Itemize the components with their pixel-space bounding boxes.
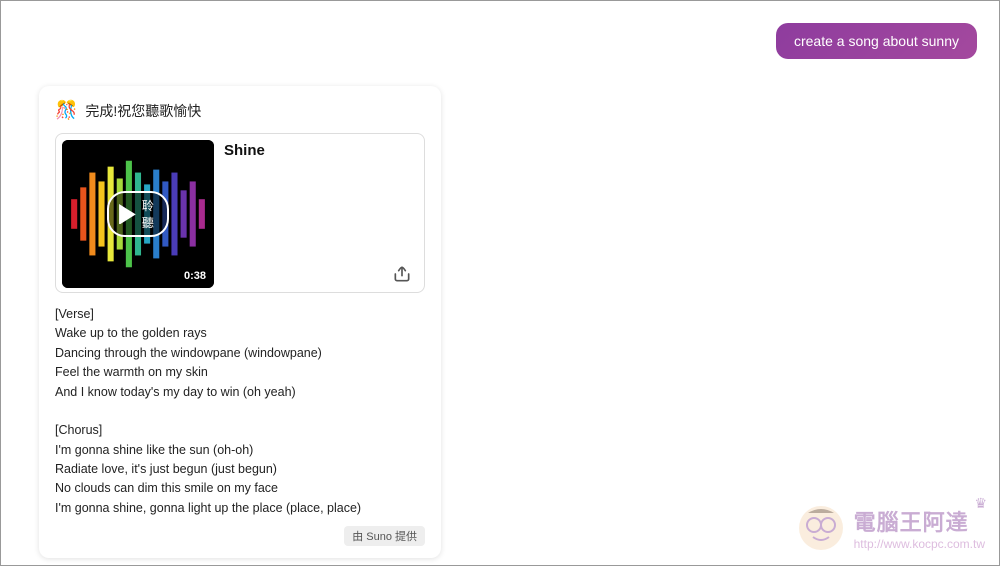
card-header-text: 完成!祝您聽歌愉快 xyxy=(85,101,201,121)
play-label: 聆聽 xyxy=(142,197,155,231)
song-card: 🎊 完成!祝您聽歌愉快 xyxy=(39,86,441,558)
confetti-icon: 🎊 xyxy=(55,100,77,121)
share-icon xyxy=(392,264,412,284)
user-message-bubble: create a song about sunny xyxy=(776,23,977,59)
album-art: 聆聽 0:38 xyxy=(62,140,214,288)
provider-row: 由 Suno 提供 xyxy=(55,526,425,546)
card-header: 🎊 完成!祝您聽歌愉快 xyxy=(55,100,425,121)
watermark-url: http://www.kocpc.com.tw xyxy=(854,537,985,551)
user-message-text: create a song about sunny xyxy=(794,33,959,49)
lyrics-text: [Verse] Wake up to the golden rays Danci… xyxy=(55,305,425,518)
song-title: Shine xyxy=(224,140,265,159)
watermark: ♛ 電腦王阿達 http://www.kocpc.com.tw xyxy=(796,503,985,553)
play-button[interactable]: 聆聽 xyxy=(107,191,169,237)
share-button[interactable] xyxy=(392,264,412,284)
avatar-icon xyxy=(796,503,846,553)
provider-badge: 由 Suno 提供 xyxy=(344,526,425,546)
play-icon xyxy=(117,204,138,225)
player-panel: 聆聽 0:38 Shine xyxy=(55,133,425,293)
duration-text: 0:38 xyxy=(184,270,206,282)
crown-icon: ♛ xyxy=(974,495,987,512)
watermark-title: 電腦王阿達 xyxy=(854,505,985,537)
